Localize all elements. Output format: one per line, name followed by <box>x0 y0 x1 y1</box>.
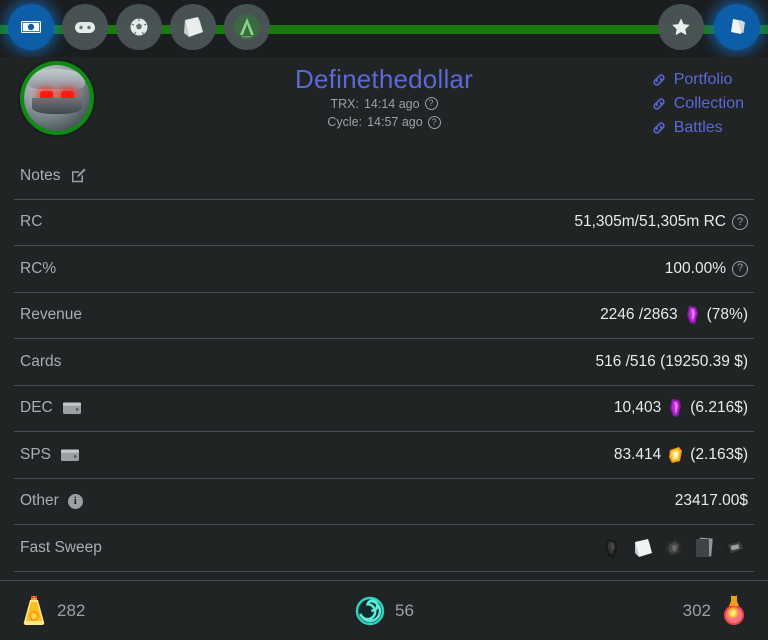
row-revenue[interactable]: Revenue 2246 /2863 (78%) <box>14 293 754 339</box>
fast-sweep-icon-group <box>602 535 748 561</box>
row-dec-label-group: DEC <box>20 399 82 417</box>
row-dec-value: 10,403 <box>613 399 662 417</box>
row-other-label: Other <box>20 492 59 510</box>
row-notes-label: Notes <box>20 166 61 184</box>
resource-middle[interactable]: 56 <box>85 595 682 627</box>
row-cards-value: 516 /516 (19250.39 $) <box>595 352 748 370</box>
top-nav-left-group <box>8 4 270 50</box>
row-sps-label-group: SPS <box>20 446 80 464</box>
resource-middle-value: 56 <box>395 600 414 620</box>
dec-token-icon <box>667 398 684 418</box>
cards-stack-icon <box>724 14 750 40</box>
wallet-icon[interactable] <box>62 400 82 416</box>
row-sps[interactable]: SPS 83.414 (2.163$) <box>14 432 754 479</box>
row-sps-suffix: (2.163$) <box>690 445 748 463</box>
row-rc-value-group: 51,305m/51,305m RC ? <box>574 213 748 231</box>
row-dec-suffix: (6.216$) <box>690 399 748 417</box>
help-icon[interactable]: ? <box>424 97 438 111</box>
nav-button-gamepad[interactable] <box>62 4 108 50</box>
help-icon[interactable]: ? <box>732 214 748 231</box>
resource-right-value: 302 <box>682 600 711 620</box>
info-icon[interactable]: i <box>67 493 83 509</box>
chain-link-icon <box>651 96 667 112</box>
row-rc-value: 51,305m/51,305m RC <box>574 213 726 231</box>
chain-link-icon <box>651 72 667 88</box>
nav-button-ball[interactable] <box>116 4 162 50</box>
account-header: Definethedollar TRX: 14:14 ago ? Cycle: … <box>0 57 768 153</box>
sps-token-icon <box>667 445 684 465</box>
chest-item-icon[interactable] <box>722 535 748 561</box>
link-portfolio-label: Portfolio <box>673 71 733 88</box>
row-other[interactable]: Other i 23417.00$ <box>14 479 754 525</box>
teal-spiral-icon <box>354 595 386 627</box>
row-revenue-label: Revenue <box>20 306 83 324</box>
row-fast-sweep-label: Fast Sweep <box>20 538 102 556</box>
row-dec[interactable]: DEC 10,403 (6.216$) <box>14 386 754 432</box>
chain-link-icon <box>651 120 667 136</box>
link-battles-label: Battles <box>673 119 723 136</box>
wallet-icon[interactable] <box>60 447 80 463</box>
resource-right[interactable]: 302 <box>683 594 748 628</box>
resource-bottom-bar: 282 56 302 <box>0 580 768 640</box>
row-other-value: 23417.00$ <box>674 492 748 510</box>
row-sps-value: 83.414 <box>613 445 662 463</box>
link-portfolio[interactable]: Portfolio <box>651 71 744 89</box>
row-rc[interactable]: RC 51,305m/51,305m RC ? <box>14 200 754 246</box>
row-dec-value-group: 10,403 (6.216$) <box>614 398 748 418</box>
cash-icon <box>19 15 43 39</box>
resource-left-value: 282 <box>57 600 86 620</box>
row-cards-label: Cards <box>20 352 62 370</box>
row-cards[interactable]: Cards 516 /516 (19250.39 $) <box>14 339 754 386</box>
row-revenue-value: 2246 /2863 <box>600 306 678 324</box>
card-stack-item-icon[interactable] <box>693 535 715 561</box>
red-potion-icon <box>720 594 748 628</box>
row-revenue-value-group: 2246 /2863 (78%) <box>600 305 748 325</box>
glove-item-icon[interactable] <box>602 535 624 561</box>
meta-trx-value: 14:14 ago <box>363 96 420 111</box>
dec-token-icon <box>684 305 701 325</box>
resource-left[interactable]: 282 <box>20 594 85 628</box>
card-pack-icon <box>178 12 208 42</box>
help-icon[interactable]: ? <box>427 115 441 129</box>
row-rc-percent-label: RC% <box>20 259 57 277</box>
row-rc-percent-value: 100.00% <box>664 259 726 277</box>
row-notes[interactable]: Notes <box>14 153 754 200</box>
gold-potion-icon <box>20 594 48 628</box>
nav-button-favorites[interactable] <box>658 4 704 50</box>
row-rc-label: RC <box>20 213 43 231</box>
row-rc-percent-value-group: 100.00% ? <box>665 260 748 278</box>
white-pack-icon[interactable] <box>631 535 655 561</box>
top-navigation-bar <box>0 0 768 57</box>
help-icon[interactable]: ? <box>732 260 748 277</box>
link-collection[interactable]: Collection <box>651 95 744 113</box>
arena-a-icon <box>232 12 262 42</box>
row-sps-label: SPS <box>20 445 52 463</box>
meta-cycle-label: Cycle: <box>327 115 363 130</box>
row-revenue-suffix: (78%) <box>706 306 748 324</box>
meta-trx-label: TRX: <box>330 96 359 111</box>
row-other-label-group: Other i <box>20 492 83 510</box>
nav-button-card-pack[interactable] <box>170 4 216 50</box>
edit-pencil-icon[interactable] <box>70 167 87 184</box>
stats-list: Notes RC 51,305m/51,305m RC ? RC% 100.00… <box>0 153 768 572</box>
nav-button-collection[interactable] <box>714 4 760 50</box>
row-notes-label-group: Notes <box>20 167 87 185</box>
top-nav-right-group <box>658 4 760 50</box>
ore-item-icon[interactable] <box>662 535 686 561</box>
row-sps-value-group: 83.414 (2.163$) <box>614 445 748 465</box>
link-collection-label: Collection <box>673 95 744 112</box>
meta-cycle-value: 14:57 ago <box>367 115 423 130</box>
star-icon <box>669 15 693 39</box>
nav-button-cash[interactable] <box>8 4 54 50</box>
nav-button-arena[interactable] <box>224 4 270 50</box>
row-dec-label: DEC <box>20 399 53 417</box>
row-rc-percent[interactable]: RC% 100.00% ? <box>14 246 754 293</box>
link-battles[interactable]: Battles <box>651 119 744 137</box>
external-links: Portfolio Collection Battles <box>651 71 744 137</box>
soccer-ball-icon <box>127 15 151 39</box>
gamepad-icon <box>72 14 98 40</box>
row-fast-sweep[interactable]: Fast Sweep <box>14 525 754 572</box>
